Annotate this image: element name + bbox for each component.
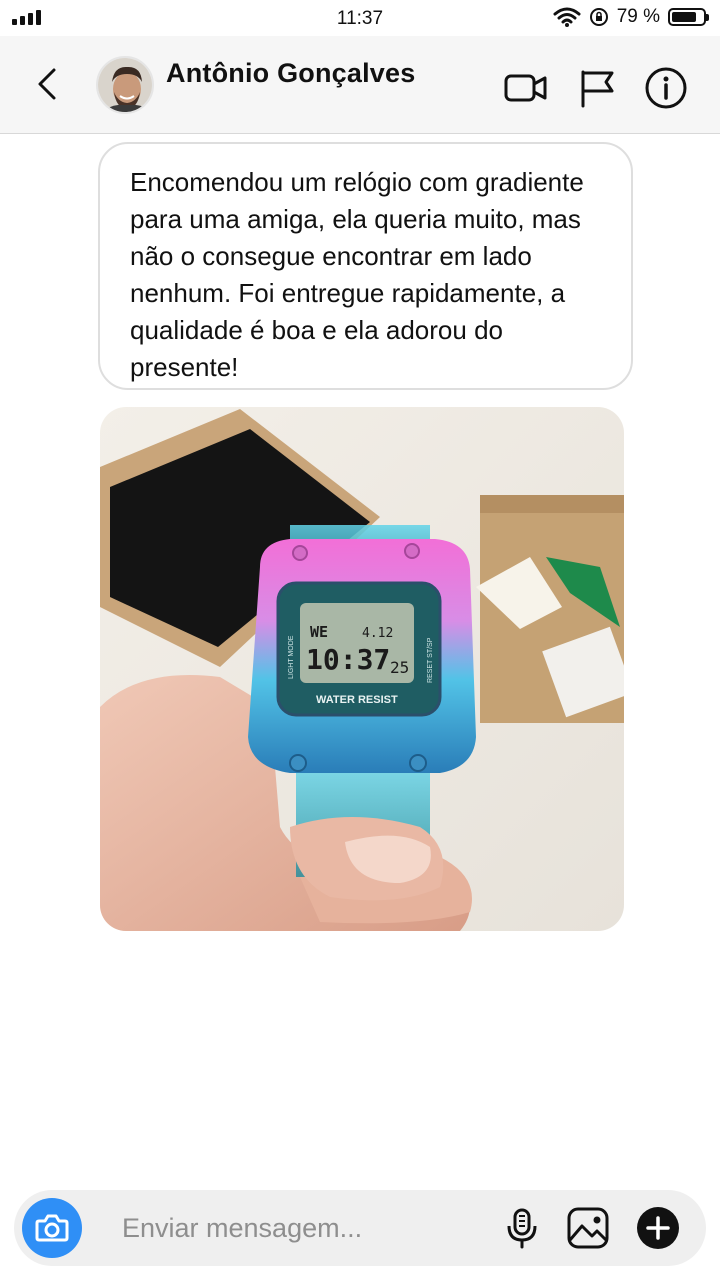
- watch-seconds: 25: [390, 658, 409, 677]
- flag-icon[interactable]: [574, 64, 622, 112]
- gallery-icon[interactable]: [564, 1204, 612, 1252]
- battery-percent: 79 %: [616, 6, 660, 27]
- plus-icon[interactable]: [634, 1204, 682, 1252]
- back-icon[interactable]: [28, 64, 68, 104]
- contact-name[interactable]: Antônio Gonçalves: [166, 58, 415, 89]
- microphone-icon[interactable]: [498, 1204, 546, 1252]
- camera-button[interactable]: [22, 1198, 82, 1258]
- message-composer: [14, 1190, 706, 1266]
- battery-icon: [668, 8, 709, 26]
- chat-header: Antônio Gonçalves: [0, 36, 720, 134]
- message-input[interactable]: [122, 1208, 482, 1248]
- info-icon[interactable]: [642, 64, 690, 112]
- watch-side-right: RESET ST/SP: [427, 637, 434, 683]
- watch-label: WATER RESIST: [316, 694, 398, 706]
- avatar[interactable]: [96, 56, 154, 114]
- wifi-icon: [553, 7, 581, 27]
- message-text: Encomendou um relógio com gradiente para…: [130, 167, 584, 382]
- watch-day: WE: [310, 623, 328, 641]
- rotation-lock-icon: [589, 8, 608, 26]
- watch-side-left: LIGHT MODE: [288, 635, 295, 679]
- video-call-icon[interactable]: [502, 64, 550, 112]
- message-photo[interactable]: WE 4.12 10:37 25 WATER RESIST LIGHT MODE…: [100, 407, 624, 931]
- camera-icon: [35, 1214, 69, 1242]
- watch-date: 4.12: [362, 626, 393, 641]
- watch-time: 10:37: [306, 643, 390, 676]
- message-bubble[interactable]: Encomendou um relógio com gradiente para…: [98, 142, 633, 390]
- status-bar: 11:37 79 %: [0, 0, 720, 36]
